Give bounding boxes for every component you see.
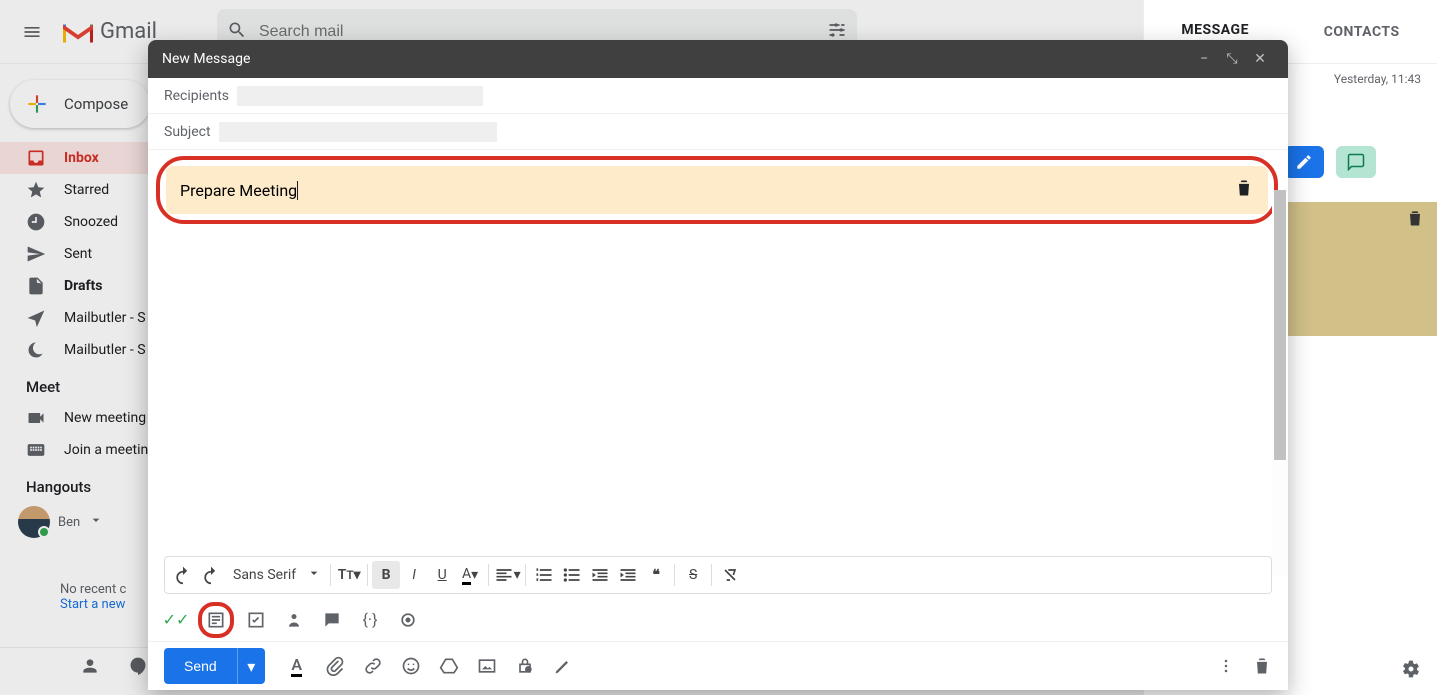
gmail-logo[interactable]: Gmail [60, 18, 157, 46]
clock-icon [26, 212, 46, 232]
task-input[interactable]: Prepare Meeting [180, 181, 298, 200]
logo-text: Gmail [100, 19, 157, 44]
link-icon[interactable] [363, 656, 383, 676]
recipients-row[interactable]: Recipients [148, 78, 1288, 114]
right-settings-icon[interactable] [1401, 659, 1421, 683]
dropdown-icon[interactable] [88, 512, 104, 532]
task-row[interactable]: Prepare Meeting [166, 166, 1268, 214]
menu-icon[interactable] [8, 8, 56, 56]
inbox-icon [26, 148, 46, 168]
search-input[interactable] [259, 23, 827, 41]
tab-contacts[interactable]: CONTACTS [1324, 2, 1400, 62]
underline-icon[interactable]: U [428, 561, 456, 589]
recipients-input[interactable] [237, 86, 483, 106]
more-icon[interactable] [1216, 656, 1236, 676]
task-highlight: Prepare Meeting [156, 156, 1278, 224]
strike-icon[interactable]: S [679, 561, 707, 589]
send-button[interactable]: Send [164, 648, 237, 684]
compose-label: Compose [64, 95, 128, 113]
confidential-icon[interactable] [515, 656, 535, 676]
send-icon [26, 244, 46, 264]
emoji-icon[interactable] [401, 656, 421, 676]
italic-icon[interactable]: I [400, 561, 428, 589]
clear-format-icon[interactable] [716, 561, 744, 589]
compose-button[interactable]: Compose [10, 80, 150, 128]
file-icon [26, 276, 46, 296]
format-toolbar: Sans Serif TT▾ B I U A▾ ▾ ❝ S [164, 556, 1272, 594]
close-icon[interactable]: ✕ [1246, 51, 1274, 67]
edit-button[interactable] [1284, 146, 1324, 178]
notes-icon[interactable] [206, 610, 226, 630]
keyboard-icon [26, 440, 46, 460]
minimize-icon[interactable]: − [1190, 51, 1218, 67]
drive-icon[interactable] [439, 656, 459, 676]
bullet-list-icon[interactable] [558, 561, 586, 589]
numbered-list-icon[interactable] [530, 561, 558, 589]
font-select[interactable]: Sans Serif [225, 565, 326, 585]
indent-icon[interactable] [614, 561, 642, 589]
pen-icon[interactable] [553, 656, 573, 676]
video-icon [26, 408, 46, 428]
compose-title: New Message [162, 51, 250, 67]
attach-icon[interactable] [325, 656, 345, 676]
image-icon[interactable] [477, 656, 497, 676]
shrink-icon[interactable]: ⤡ [1218, 51, 1246, 67]
redo-icon[interactable] [197, 561, 225, 589]
tasks-icon[interactable] [246, 610, 266, 630]
text-color-icon[interactable]: A▾ [456, 561, 484, 589]
snippet-icon[interactable]: {·} [360, 610, 380, 630]
presence-dot [38, 526, 50, 538]
contact-icon[interactable] [284, 610, 304, 630]
discard-icon[interactable] [1252, 656, 1272, 676]
font-size-icon[interactable]: TT▾ [335, 561, 363, 589]
location-icon[interactable] [398, 610, 418, 630]
tracking-check-icon[interactable]: ✓✓ [166, 610, 186, 630]
compose-header[interactable]: New Message − ⤡ ✕ [148, 40, 1288, 78]
star-icon [26, 180, 46, 200]
subject-row[interactable]: Subject [148, 114, 1288, 150]
person-icon[interactable] [80, 656, 100, 680]
scrollbar-thumb[interactable] [1274, 190, 1286, 460]
recipients-label: Recipients [164, 88, 229, 104]
formatting-icon[interactable]: A [287, 656, 307, 676]
message-template-icon[interactable] [322, 610, 342, 630]
task-delete-icon[interactable] [1234, 178, 1254, 202]
align-icon[interactable]: ▾ [493, 561, 521, 589]
compose-body[interactable] [148, 230, 1288, 556]
chevron-down-icon [306, 565, 322, 585]
send-row: Send ▾ A [148, 642, 1288, 690]
hangouts-icon[interactable] [128, 656, 148, 680]
send-more-icon[interactable]: ▾ [237, 648, 265, 684]
chat-button[interactable] [1336, 146, 1376, 178]
outdent-icon[interactable] [586, 561, 614, 589]
subject-input[interactable] [219, 122, 497, 142]
subject-label: Subject [164, 124, 211, 140]
mailbutler-row: ✓✓ {·} [148, 598, 1288, 642]
compose-window: New Message − ⤡ ✕ Recipients Subject Pre… [148, 40, 1288, 690]
undo-icon[interactable] [169, 561, 197, 589]
note-delete-icon[interactable] [1405, 208, 1425, 232]
quote-icon[interactable]: ❝ [642, 561, 670, 589]
schedule-icon [26, 308, 46, 328]
bold-icon[interactable]: B [372, 561, 400, 589]
notes-highlight [198, 602, 234, 638]
moon-icon [26, 340, 46, 360]
